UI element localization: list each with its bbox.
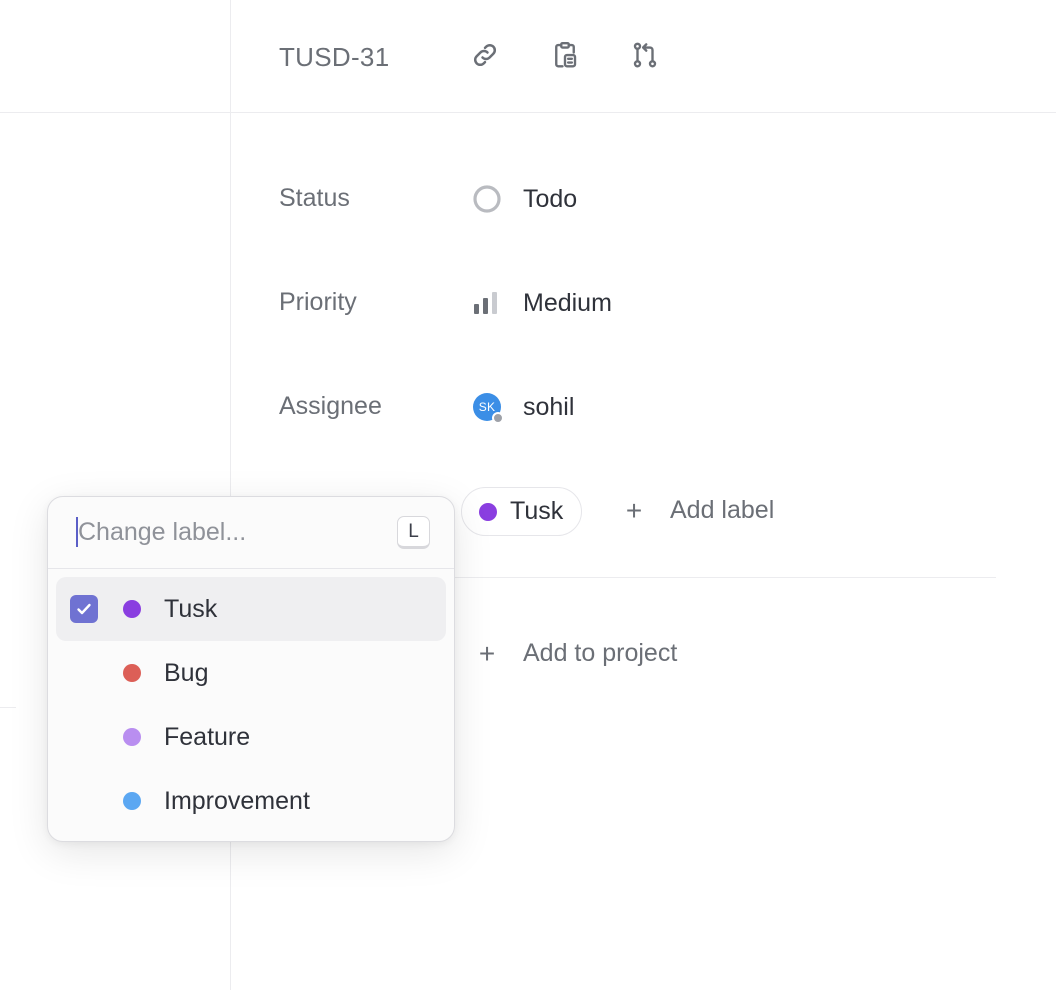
issue-header: TUSD-31 bbox=[0, 0, 1056, 113]
issue-detail-panel: TUSD-31 Status Todo Priority Medium Assi… bbox=[0, 0, 1056, 990]
issue-id: TUSD-31 bbox=[279, 42, 390, 72]
assignee-value-button[interactable]: SK sohil bbox=[472, 387, 574, 427]
todo-circle-icon bbox=[472, 184, 502, 214]
label-option-text: Improvement bbox=[164, 786, 310, 815]
add-to-project-button[interactable]: + Add to project bbox=[475, 639, 677, 668]
left-divider-stub bbox=[0, 707, 16, 708]
priority-value: Medium bbox=[523, 288, 612, 317]
change-label-search-input[interactable] bbox=[78, 515, 378, 549]
status-value: Todo bbox=[523, 184, 578, 213]
assignee-label: Assignee bbox=[279, 392, 382, 420]
link-icon bbox=[473, 43, 497, 67]
label-option-improvement[interactable]: Improvement bbox=[56, 769, 446, 833]
plus-icon: + bbox=[625, 494, 643, 526]
label-color-dot bbox=[123, 600, 141, 618]
avatar: SK bbox=[473, 393, 504, 424]
label-color-dot bbox=[123, 792, 141, 810]
label-option-text: Tusk bbox=[164, 594, 218, 623]
presence-status-dot bbox=[492, 412, 504, 424]
avatar-wrapper: SK bbox=[472, 392, 504, 424]
add-label-button[interactable]: + Add label bbox=[622, 496, 774, 525]
priority-bars-icon bbox=[472, 288, 502, 318]
add-to-project-text: Add to project bbox=[523, 639, 678, 667]
add-label-text: Add label bbox=[670, 496, 775, 524]
label-color-dot bbox=[123, 664, 141, 682]
label-color-dot bbox=[123, 728, 141, 746]
shortcut-key-hint: L bbox=[397, 516, 430, 549]
copy-branch-button[interactable] bbox=[628, 38, 662, 72]
copy-link-button[interactable] bbox=[468, 38, 502, 72]
label-option-text: Bug bbox=[164, 658, 209, 687]
label-option-feature[interactable]: Feature bbox=[56, 705, 446, 769]
text-caret bbox=[76, 517, 78, 547]
label-chip-text: Tusk bbox=[510, 497, 564, 525]
label-option-text: Feature bbox=[164, 722, 251, 751]
priority-value-button[interactable]: Medium bbox=[472, 283, 612, 323]
section-divider bbox=[455, 577, 996, 578]
copy-id-button[interactable] bbox=[548, 38, 582, 72]
label-option-bug[interactable]: Bug bbox=[56, 641, 446, 705]
avatar-initials: SK bbox=[478, 400, 496, 414]
branch-icon bbox=[633, 42, 657, 68]
status-label: Status bbox=[279, 184, 350, 212]
change-label-popover: L Tusk Bug Feature Improvement bbox=[47, 496, 455, 842]
label-color-dot bbox=[479, 502, 497, 521]
label-chip-tusk[interactable]: Tusk bbox=[461, 487, 583, 536]
label-option-tusk[interactable]: Tusk bbox=[56, 577, 446, 641]
plus-icon: + bbox=[478, 637, 496, 669]
checkbox-checked-icon[interactable] bbox=[70, 595, 98, 623]
popover-search-bar: L bbox=[48, 497, 454, 569]
priority-label: Priority bbox=[279, 288, 357, 316]
status-value-button[interactable]: Todo bbox=[472, 179, 577, 219]
assignee-value: sohil bbox=[523, 392, 575, 421]
clipboard-icon bbox=[555, 41, 577, 68]
